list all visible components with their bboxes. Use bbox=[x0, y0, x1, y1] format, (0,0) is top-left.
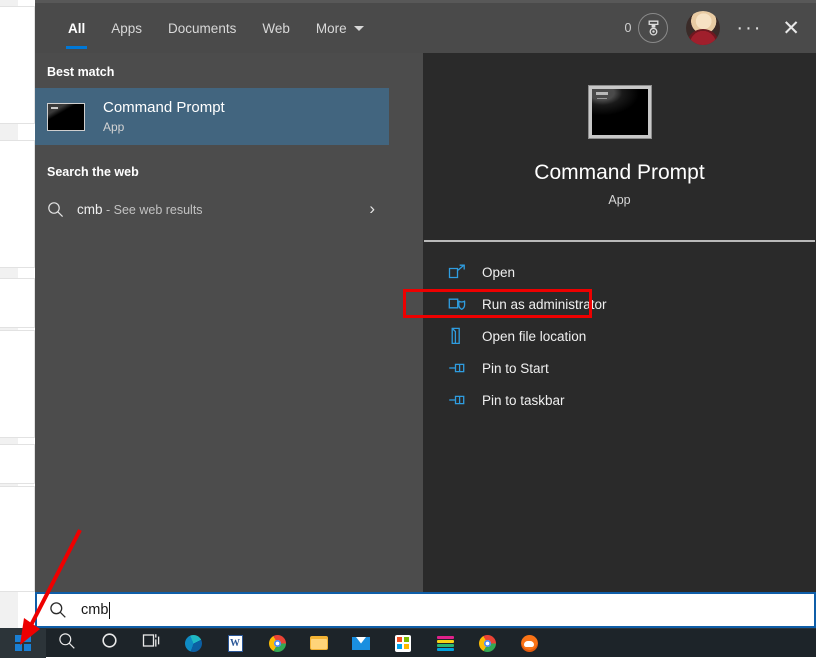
rewards-medal-icon[interactable] bbox=[638, 13, 669, 43]
search-filter-tabs: All Apps Documents Web More bbox=[55, 3, 377, 53]
search-input-value: cmb bbox=[81, 602, 109, 618]
background-document-panel bbox=[0, 278, 35, 328]
tab-more[interactable]: More bbox=[303, 3, 377, 53]
background-document-panel bbox=[0, 6, 35, 124]
open-external-icon bbox=[448, 264, 474, 280]
books-icon bbox=[436, 635, 454, 651]
action-pin-to-taskbar[interactable]: Pin to taskbar bbox=[423, 384, 816, 416]
cloud-orange-icon bbox=[520, 634, 538, 652]
tab-apps[interactable]: Apps bbox=[98, 3, 155, 53]
chevron-down-icon bbox=[353, 25, 364, 31]
search-results-list: Best match Command Prompt App Search the… bbox=[35, 53, 389, 592]
chrome-icon bbox=[478, 634, 496, 652]
action-open-label: Open bbox=[482, 264, 516, 280]
windows-search-flyout: All Apps Documents Web More 0 ··· ✕ Best… bbox=[35, 0, 816, 592]
word-icon: W bbox=[227, 634, 243, 652]
action-pin-to-start[interactable]: Pin to Start bbox=[423, 352, 816, 384]
tab-documents[interactable]: Documents bbox=[155, 3, 249, 53]
preview-title: Command Prompt bbox=[534, 161, 705, 184]
web-result-suffix: - See web results bbox=[102, 202, 203, 217]
cortana-ring-icon bbox=[101, 632, 118, 654]
folder-icon bbox=[310, 636, 328, 650]
web-result-item[interactable]: cmb - See web results › bbox=[35, 188, 389, 230]
command-prompt-icon bbox=[47, 102, 85, 131]
search-icon bbox=[47, 201, 77, 218]
preview-subtitle: App bbox=[608, 193, 631, 207]
text-cursor bbox=[109, 601, 111, 619]
tab-documents-label: Documents bbox=[168, 20, 237, 36]
store-icon bbox=[395, 634, 411, 652]
app-preview-panel: Command Prompt App Open Run as administr… bbox=[423, 53, 816, 592]
action-pin-to-start-label: Pin to Start bbox=[482, 360, 549, 376]
tab-web[interactable]: Web bbox=[249, 3, 303, 53]
tab-all-label: All bbox=[68, 20, 86, 36]
chevron-right-icon[interactable]: › bbox=[369, 199, 375, 219]
action-run-as-administrator-label: Run as administrator bbox=[482, 296, 607, 312]
ellipsis-icon[interactable]: ··· bbox=[736, 18, 762, 38]
search-icon bbox=[49, 601, 67, 619]
search-input[interactable]: cmb bbox=[35, 592, 816, 628]
search-the-web-header: Search the web bbox=[47, 165, 139, 179]
preview-hero: Command Prompt App bbox=[423, 53, 816, 240]
folder-location-icon bbox=[448, 327, 474, 345]
taskbar-file-explorer-button[interactable] bbox=[298, 629, 340, 658]
taskbar-chrome-2-button[interactable] bbox=[466, 629, 508, 658]
search-input-value-wrap: cmb bbox=[81, 601, 111, 619]
taskbar-orange-app-button[interactable] bbox=[508, 629, 550, 658]
rewards-count: 0 bbox=[624, 21, 632, 35]
user-avatar[interactable] bbox=[686, 11, 721, 45]
tab-apps-label: Apps bbox=[111, 20, 143, 36]
tab-more-label: More bbox=[315, 20, 347, 36]
result-item-command-prompt[interactable]: Command Prompt App bbox=[35, 88, 389, 145]
taskbar-search-button[interactable] bbox=[46, 629, 88, 658]
action-open[interactable]: Open bbox=[423, 256, 816, 288]
taskbar-mail-button[interactable] bbox=[340, 629, 382, 658]
taskbar-cortana-button[interactable] bbox=[88, 629, 130, 658]
taskbar-edge-button[interactable] bbox=[172, 629, 214, 658]
best-match-header: Best match bbox=[47, 65, 115, 79]
pin-icon bbox=[448, 392, 474, 408]
action-open-file-location-label: Open file location bbox=[482, 328, 587, 344]
start-button[interactable] bbox=[0, 628, 46, 658]
taskbar-word-button[interactable]: W bbox=[214, 629, 256, 658]
windows-logo-icon bbox=[15, 635, 31, 651]
web-result-query: cmb bbox=[77, 201, 103, 217]
web-result-text: cmb - See web results bbox=[77, 202, 369, 217]
edge-icon bbox=[184, 634, 202, 652]
mail-icon bbox=[352, 636, 370, 650]
taskbar-task-view-button[interactable] bbox=[130, 629, 172, 658]
action-pin-to-taskbar-label: Pin to taskbar bbox=[482, 392, 565, 408]
action-open-file-location[interactable]: Open file location bbox=[423, 320, 816, 352]
background-document-panel bbox=[0, 330, 35, 438]
result-item-title: Command Prompt bbox=[103, 98, 225, 116]
header-actions: 0 ··· ✕ bbox=[624, 3, 816, 53]
app-actions-list: Open Run as administrator Open file loca… bbox=[423, 242, 816, 416]
background-document-panel bbox=[0, 444, 35, 484]
taskbar-books-button[interactable] bbox=[424, 629, 466, 658]
result-item-subtitle: App bbox=[103, 119, 125, 134]
pin-icon bbox=[448, 360, 474, 376]
taskbar-chrome-button[interactable] bbox=[256, 629, 298, 658]
task-view-icon bbox=[142, 632, 161, 654]
search-icon bbox=[58, 632, 76, 655]
background-document-panel bbox=[0, 486, 35, 592]
background-document-panel bbox=[0, 140, 35, 268]
taskbar: W bbox=[0, 628, 816, 658]
chrome-icon bbox=[268, 634, 286, 652]
taskbar-store-button[interactable] bbox=[382, 629, 424, 658]
tab-all[interactable]: All bbox=[55, 3, 98, 53]
tab-web-label: Web bbox=[262, 20, 290, 36]
command-prompt-icon bbox=[588, 86, 651, 138]
search-header-bar: All Apps Documents Web More 0 ··· ✕ bbox=[35, 3, 816, 53]
action-run-as-administrator[interactable]: Run as administrator bbox=[423, 288, 816, 320]
shield-run-icon bbox=[448, 296, 474, 313]
close-icon[interactable]: ✕ bbox=[782, 18, 800, 39]
result-item-text: Command Prompt App bbox=[103, 98, 225, 136]
